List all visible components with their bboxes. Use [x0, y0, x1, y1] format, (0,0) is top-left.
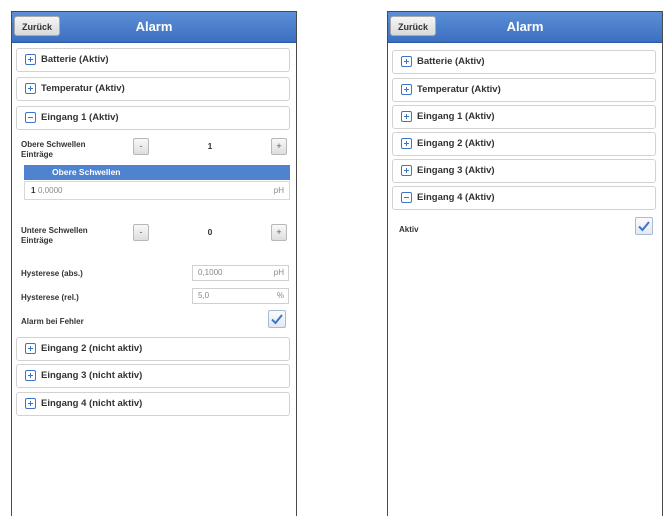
section-eingang-2[interactable]: Eingang 2 (Aktiv) — [392, 132, 656, 156]
upper-threshold-stepper: - 1 + — [133, 138, 287, 155]
header-bar: Alarm Zurück — [388, 12, 662, 43]
lower-threshold-label: Untere Schwellen Einträge — [21, 226, 88, 245]
input-unit: pH — [273, 268, 284, 277]
upper-threshold-table-header: Obere Schwellen — [24, 165, 290, 180]
input-value: 0,1000 — [198, 268, 223, 277]
section-label: Eingang 3 (Aktiv) — [417, 165, 495, 176]
table-row[interactable]: 1 0,0000 pH — [24, 181, 290, 200]
section-eingang-3[interactable]: Eingang 3 (nicht aktiv) — [16, 364, 290, 388]
section-label: Eingang 1 (Aktiv) — [41, 112, 119, 123]
hysterese-abs-input[interactable]: 0,1000 pH — [192, 265, 289, 281]
aktiv-label: Aktiv — [399, 225, 419, 234]
expand-plus-icon — [25, 83, 36, 94]
section-label: Temperatur (Aktiv) — [41, 83, 125, 94]
collapse-minus-icon — [25, 112, 36, 123]
section-label: Eingang 1 (Aktiv) — [417, 111, 495, 122]
increment-button[interactable]: + — [271, 138, 287, 155]
expand-plus-icon — [401, 84, 412, 95]
decrement-button[interactable]: - — [133, 138, 149, 155]
hysterese-rel-label: Hysterese (rel.) — [21, 293, 79, 302]
decrement-button[interactable]: - — [133, 224, 149, 241]
row-unit: pH — [273, 186, 284, 195]
expand-plus-icon — [401, 165, 412, 176]
expand-plus-icon — [25, 54, 36, 65]
collapse-minus-icon — [401, 192, 412, 203]
checkmark-icon — [271, 314, 283, 325]
expand-plus-icon — [25, 370, 36, 381]
section-batterie[interactable]: Batterie (Aktiv) — [16, 48, 290, 72]
input-value: 5,0 — [198, 291, 210, 300]
expand-plus-icon — [401, 56, 412, 67]
section-label: Eingang 4 (nicht aktiv) — [41, 398, 143, 409]
upper-threshold-label: Obere Schwellen Einträge — [21, 140, 86, 159]
hysterese-abs-label: Hysterese (abs.) — [21, 269, 83, 278]
section-eingang-3[interactable]: Eingang 3 (Aktiv) — [392, 159, 656, 183]
section-eingang-2[interactable]: Eingang 2 (nicht aktiv) — [16, 337, 290, 361]
section-label: Temperatur (Aktiv) — [417, 84, 501, 95]
section-temperatur[interactable]: Temperatur (Aktiv) — [16, 77, 290, 101]
alarm-bei-fehler-label: Alarm bei Fehler — [21, 317, 84, 326]
section-label: Eingang 3 (nicht aktiv) — [41, 370, 143, 381]
header-bar: Alarm Zurück — [12, 12, 296, 43]
section-label: Batterie (Aktiv) — [417, 56, 485, 67]
increment-button[interactable]: + — [271, 224, 287, 241]
alarm-bei-fehler-checkbox[interactable] — [268, 310, 286, 328]
section-eingang-4[interactable]: Eingang 4 (Aktiv) — [392, 186, 656, 210]
section-eingang-1[interactable]: Eingang 1 (Aktiv) — [392, 105, 656, 129]
input-unit: % — [276, 291, 284, 300]
expand-plus-icon — [401, 138, 412, 149]
back-button[interactable]: Zurück — [390, 16, 436, 36]
expand-plus-icon — [401, 111, 412, 122]
right-screen: Alarm Zurück Batterie (Aktiv) Temperatur… — [387, 11, 663, 516]
hysterese-rel-input[interactable]: 5,0 % — [192, 288, 289, 304]
stepper-value: 1 — [207, 141, 213, 151]
lower-threshold-stepper: - 0 + — [133, 224, 287, 241]
checkmark-icon — [638, 221, 650, 232]
section-temperatur[interactable]: Temperatur (Aktiv) — [392, 78, 656, 102]
section-label: Eingang 2 (Aktiv) — [417, 138, 495, 149]
section-eingang-1[interactable]: Eingang 1 (Aktiv) — [16, 106, 290, 130]
back-button[interactable]: Zurück — [14, 16, 60, 36]
expand-plus-icon — [25, 343, 36, 354]
row-index: 1 — [31, 186, 36, 195]
row-value: 0,0000 — [38, 186, 63, 195]
expand-plus-icon — [25, 398, 36, 409]
section-label: Eingang 4 (Aktiv) — [417, 192, 495, 203]
section-label: Batterie (Aktiv) — [41, 54, 109, 65]
left-screen: Alarm Zurück Batterie (Aktiv) Temperatur… — [11, 11, 297, 516]
stepper-value: 0 — [207, 227, 213, 237]
aktiv-checkbox[interactable] — [635, 217, 653, 235]
section-label: Eingang 2 (nicht aktiv) — [41, 343, 143, 354]
section-batterie[interactable]: Batterie (Aktiv) — [392, 50, 656, 74]
section-eingang-4[interactable]: Eingang 4 (nicht aktiv) — [16, 392, 290, 416]
